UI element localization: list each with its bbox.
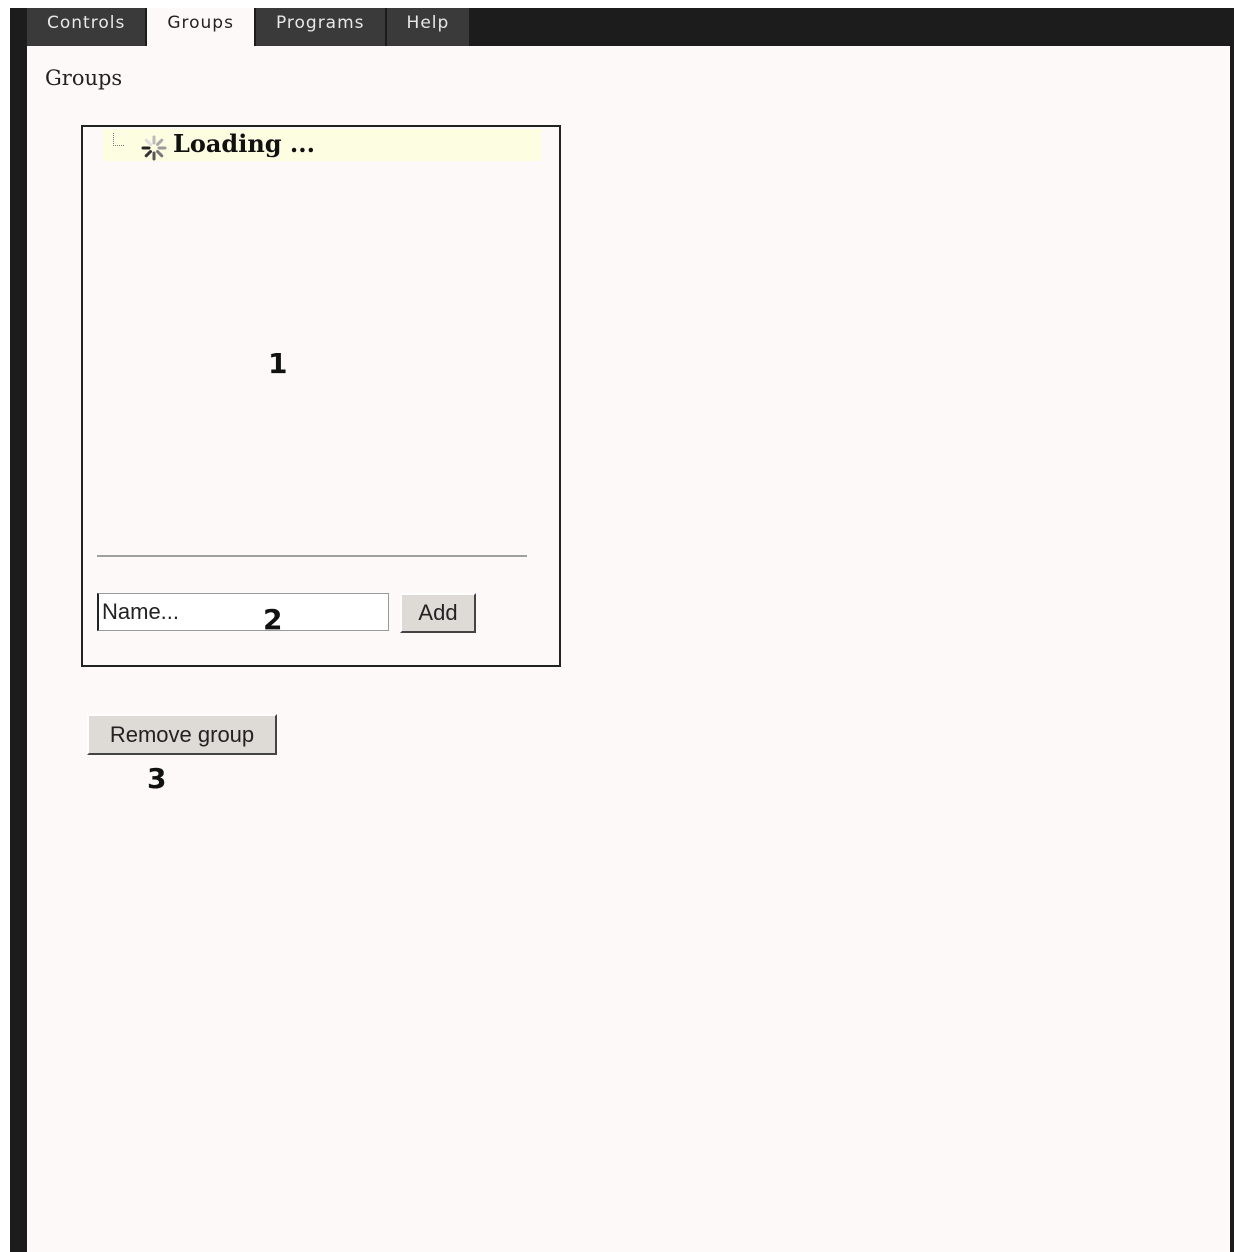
divider (97, 555, 527, 557)
tab-controls[interactable]: Controls (27, 8, 148, 46)
loading-label: Loading ... (173, 129, 315, 158)
annotation-3: 3 (147, 762, 167, 795)
tree-connector-icon (113, 133, 124, 146)
tab-groups[interactable]: Groups (147, 8, 256, 46)
annotation-1: 1 (268, 347, 288, 380)
loading-spinner-icon (141, 135, 167, 161)
add-group-button[interactable]: Add (400, 593, 476, 633)
remove-group-button[interactable]: Remove group (87, 714, 277, 755)
tab-bar: Controls Groups Programs Help (27, 8, 472, 46)
tree-root-node[interactable]: Loading ... (103, 129, 541, 161)
group-tree-panel: Loading ... 1 2 Add (81, 125, 561, 667)
tab-help[interactable]: Help (386, 8, 472, 46)
tab-programs[interactable]: Programs (255, 8, 387, 46)
group-name-input[interactable] (97, 593, 389, 631)
annotation-2: 2 (263, 603, 283, 636)
page-title: Groups (45, 66, 123, 90)
